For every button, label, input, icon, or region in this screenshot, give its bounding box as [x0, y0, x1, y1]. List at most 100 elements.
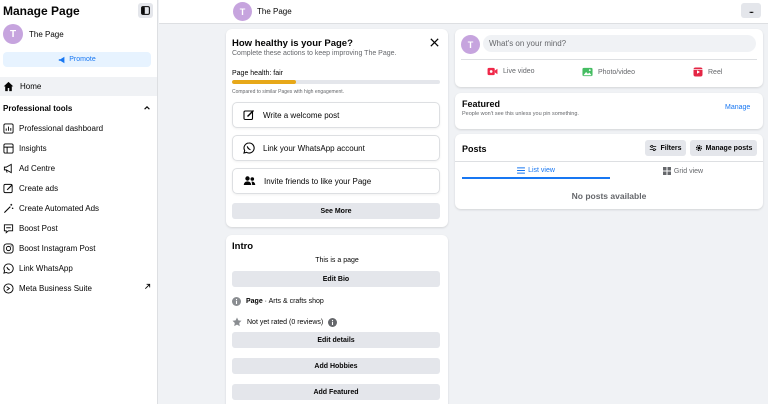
page-health-card: How healthy is your Page? Complete these…: [226, 29, 448, 227]
sidebar: Manage Page T The Page Promote Home Prof…: [0, 0, 158, 404]
sidebar-item-meta-business-suite[interactable]: Meta Business Suite: [3, 278, 153, 298]
featured-subtitle: People won't see this unless you pin som…: [462, 111, 579, 117]
people-icon: [243, 176, 256, 185]
top-bar: T The Page ...: [159, 0, 768, 24]
intro-card: Intro This is a page Edit Bio Page · Art…: [226, 235, 448, 404]
reel-button[interactable]: Reel: [693, 67, 722, 77]
rating-text: Not yet rated (0 reviews): [247, 318, 324, 326]
promote-button[interactable]: Promote: [3, 52, 151, 67]
home-label: Home: [20, 82, 42, 91]
action-label: Invite friends to like your Page: [264, 176, 372, 186]
filters-label: Filters: [660, 144, 682, 152]
sidebar-item-label: Meta Business Suite: [19, 283, 92, 293]
posts-title: Posts: [462, 144, 487, 154]
topbar-page-profile[interactable]: T The Page: [233, 2, 292, 21]
page-health-subtitle: Complete these actions to keep improving…: [232, 50, 397, 57]
meta-business-icon: [3, 282, 14, 294]
sidebar-item-label: Link WhatsApp: [19, 263, 73, 273]
edit-bio-button[interactable]: Edit Bio: [232, 271, 440, 287]
page-category: · Arts & crafts shop: [262, 298, 324, 305]
invite-friends-action[interactable]: Invite friends to like your Page: [232, 168, 440, 194]
manage-featured-link[interactable]: Manage: [725, 104, 750, 111]
more-options-button[interactable]: ...: [741, 3, 761, 18]
sidebar-item-label: Ad Centre: [19, 163, 56, 173]
sidebar-page-profile[interactable]: T The Page: [3, 24, 64, 44]
professional-tools-title: Professional tools: [3, 103, 73, 113]
sidebar-item-label: Boost Post: [19, 223, 58, 233]
live-video-label: Live video: [503, 68, 535, 75]
sidebar-item-boost-instagram-post[interactable]: Boost Instagram Post: [3, 238, 153, 258]
see-more-button[interactable]: See More: [232, 203, 440, 219]
filters-icon: [650, 145, 657, 151]
composer-divider: [461, 59, 757, 60]
gear-icon: [695, 144, 702, 152]
whatsapp-icon: [243, 142, 255, 154]
live-video-icon: [487, 67, 498, 76]
link-whatsapp-action[interactable]: Link your WhatsApp account: [232, 135, 440, 161]
add-featured-button[interactable]: Add Featured: [232, 384, 440, 400]
live-video-button[interactable]: Live video: [487, 67, 535, 76]
sidebar-item-create-ads[interactable]: Create ads: [3, 178, 153, 198]
page-category-row: Page · Arts & crafts shop: [232, 297, 324, 306]
write-welcome-post-action[interactable]: Write a welcome post: [232, 102, 440, 128]
professional-tools-header[interactable]: Professional tools: [3, 103, 151, 113]
star-icon: [232, 317, 242, 327]
reel-label: Reel: [708, 68, 723, 76]
reel-icon: [693, 67, 703, 77]
avatar: T: [3, 24, 23, 44]
intro-description: This is a page: [315, 257, 359, 264]
page-health-title: How healthy is your Page?: [232, 38, 353, 49]
grid-icon: [662, 167, 671, 175]
sidebar-item-home[interactable]: Home: [0, 77, 157, 96]
sidebar-item-boost-post[interactable]: Boost Post: [3, 218, 153, 238]
topbar-page-name: The Page: [257, 7, 292, 16]
sidebar-page-name: The Page: [29, 29, 64, 39]
list-icon: [517, 166, 526, 174]
sidebar-item-professional-dashboard[interactable]: Professional dashboard: [3, 118, 153, 138]
posts-divider: [455, 161, 763, 162]
sidebar-toggle-icon: [141, 6, 150, 15]
photo-video-button[interactable]: Photo/video: [582, 67, 635, 77]
promote-label: Promote: [69, 56, 96, 63]
page-health-note: Compared to similar Pages with high enga…: [232, 89, 345, 95]
rating-row: Not yet rated (0 reviews): [232, 317, 338, 327]
add-hobbies-button[interactable]: Add Hobbies: [232, 358, 440, 374]
whats-on-your-mind-input[interactable]: What's on your mind?: [483, 35, 756, 52]
tab-grid-view[interactable]: Grid view: [609, 163, 757, 179]
action-label: Link your WhatsApp account: [263, 143, 365, 153]
page-type-label: Page: [246, 298, 263, 305]
collapse-sidebar-button[interactable]: [138, 3, 153, 18]
sidebar-item-label: Professional dashboard: [19, 123, 104, 133]
sidebar-header: Manage Page: [3, 3, 153, 18]
manage-posts-button[interactable]: Manage posts: [690, 140, 757, 156]
dashboard-icon: [3, 122, 14, 134]
sidebar-item-ad-centre[interactable]: Ad Centre: [3, 158, 153, 178]
close-icon[interactable]: [429, 37, 440, 48]
tab-list-view[interactable]: List view: [462, 163, 610, 179]
intro-title: Intro: [232, 241, 254, 252]
sidebar-item-link-whatsapp[interactable]: Link WhatsApp: [3, 258, 153, 278]
info-icon[interactable]: [328, 317, 338, 327]
featured-card: Featured People won't see this unless yo…: [455, 93, 763, 129]
list-view-label: List view: [528, 166, 555, 174]
external-link-icon: [145, 283, 151, 289]
professional-tools-list: Professional dashboard Insights Ad Centr…: [3, 118, 153, 298]
sidebar-item-label: Create Automated Ads: [19, 203, 100, 213]
filters-button[interactable]: Filters: [645, 140, 686, 156]
edit-icon: [243, 110, 254, 121]
post-composer: T What's on your mind? Live video Photo/…: [455, 29, 763, 87]
avatar: T: [461, 35, 480, 54]
edit-details-button[interactable]: Edit details: [232, 332, 440, 348]
sidebar-item-label: Insights: [19, 143, 47, 153]
action-label: Write a welcome post: [263, 110, 340, 120]
sidebar-item-label: Boost Instagram Post: [19, 243, 96, 253]
pencil-icon: [3, 183, 13, 193]
no-posts-message: No posts available: [571, 191, 647, 201]
sidebar-item-create-automated-ads[interactable]: Create Automated Ads: [3, 198, 153, 218]
page-health-label: Page health: fair: [232, 70, 283, 77]
megaphone-icon: [59, 56, 65, 63]
sidebar-title: Manage Page: [3, 3, 80, 18]
sidebar-item-insights[interactable]: Insights: [3, 138, 153, 158]
insights-icon: [3, 142, 14, 154]
page-health-progress-bar: [232, 80, 440, 84]
